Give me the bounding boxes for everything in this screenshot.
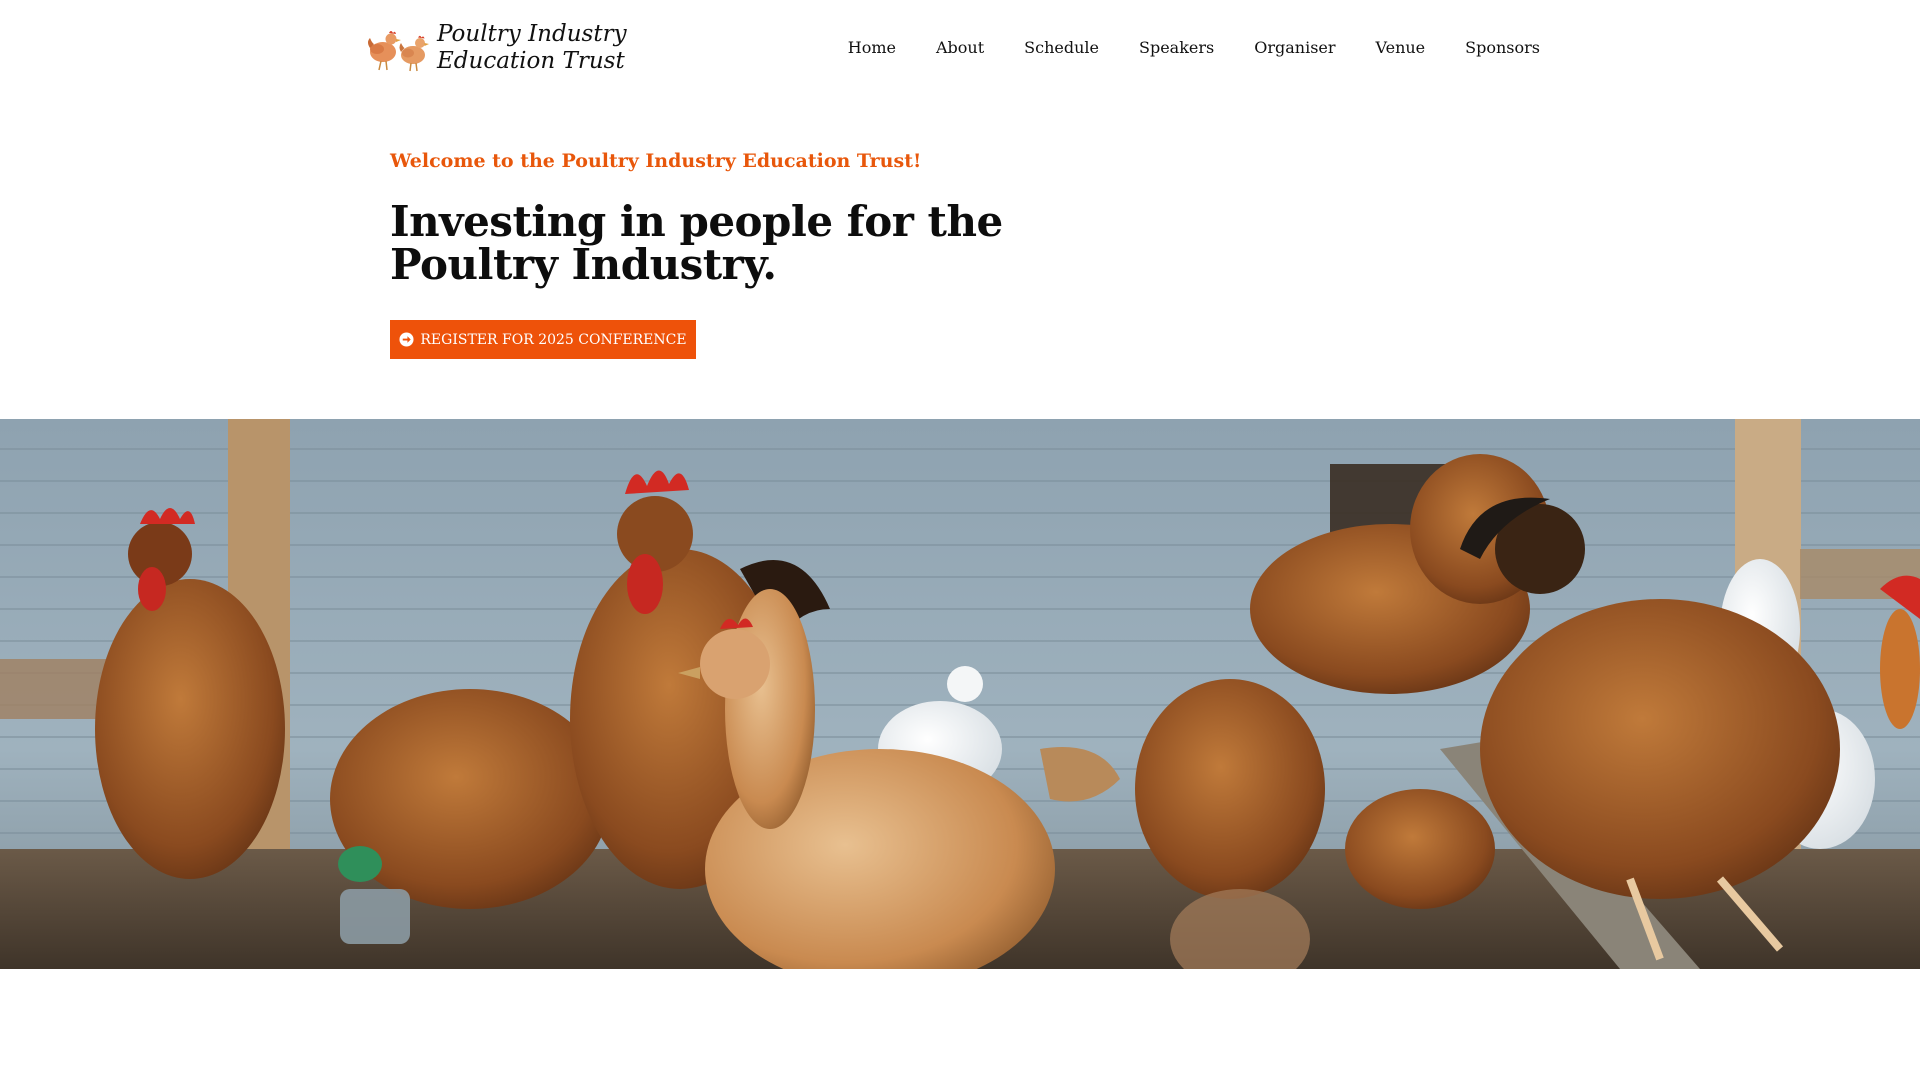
register-conference-button[interactable]: REGISTER FOR 2025 CONFERENCE: [390, 320, 696, 359]
nav-item-home[interactable]: Home: [848, 34, 896, 62]
nav-item-schedule[interactable]: Schedule: [1024, 34, 1099, 62]
logo-line-1: Poultry Industry: [437, 21, 627, 47]
chickens-banner-image: [0, 419, 1920, 969]
welcome-text: Welcome to the Poultry Industry Educatio…: [390, 150, 922, 172]
site-logo[interactable]: Poultry Industry Education Trust: [363, 20, 627, 76]
chickens-photo: [0, 419, 1920, 969]
site-header: Poultry Industry Education Trust Home Ab…: [0, 0, 1920, 96]
nav-item-organiser[interactable]: Organiser: [1254, 34, 1335, 62]
hero-section: Welcome to the Poultry Industry Educatio…: [390, 142, 1090, 286]
arrow-circle-right-icon: [399, 332, 414, 347]
hens-logo-icon: [368, 31, 429, 72]
nav-item-about[interactable]: About: [936, 34, 984, 62]
page: Poultry Industry Education Trust Home Ab…: [0, 0, 1920, 1080]
register-button-label: REGISTER FOR 2025 CONFERENCE: [420, 331, 687, 348]
nav-item-sponsors[interactable]: Sponsors: [1465, 34, 1540, 62]
logo-wordmark: Poultry Industry Education Trust: [437, 21, 627, 75]
hero-headline: Investing in people for the Poultry Indu…: [390, 197, 1003, 289]
main-nav: Home About Schedule Speakers Organiser V…: [808, 34, 1540, 62]
logo-line-2: Education Trust: [437, 48, 625, 74]
nav-item-venue[interactable]: Venue: [1376, 34, 1426, 62]
nav-item-speakers[interactable]: Speakers: [1139, 34, 1214, 62]
